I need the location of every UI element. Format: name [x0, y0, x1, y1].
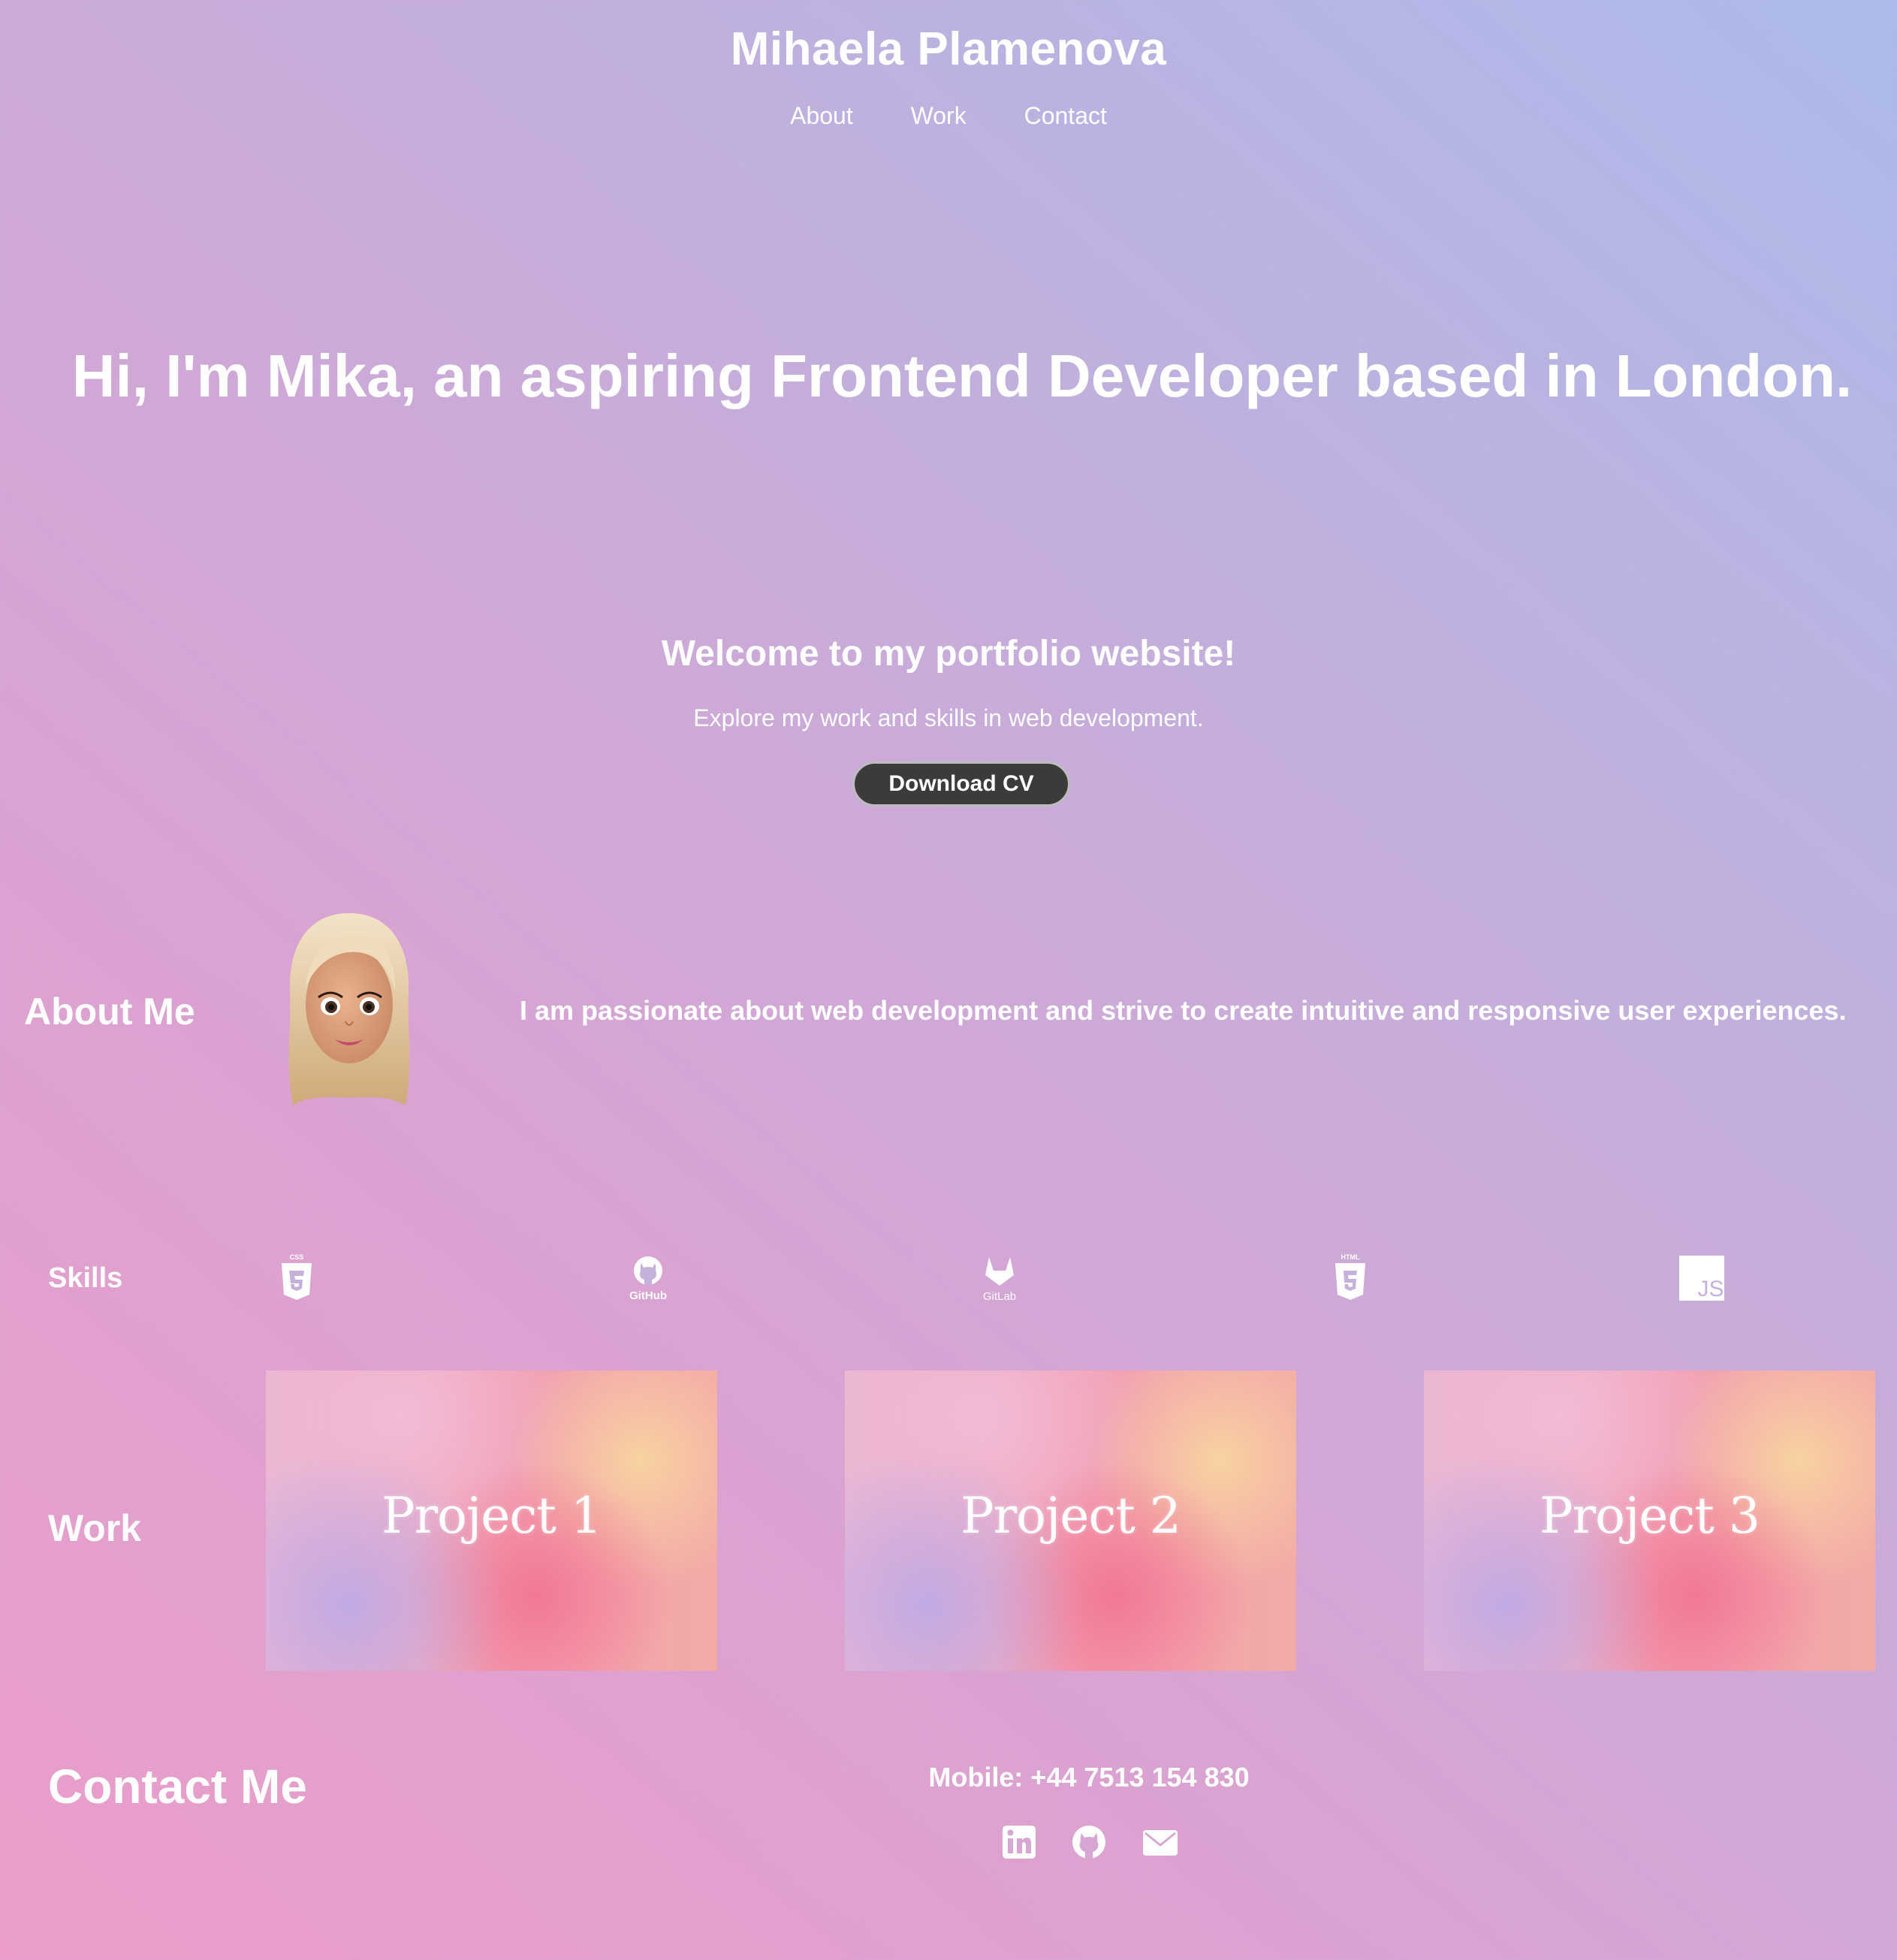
download-cv-button[interactable]: Download CV — [852, 761, 1070, 807]
github-icon: GitHub — [629, 1256, 667, 1302]
html5-caption: HTML — [1341, 1253, 1360, 1261]
project-title: Project 1 — [382, 1487, 602, 1545]
project-card-3[interactable]: Project 3 — [1424, 1370, 1875, 1671]
hero-heading: Hi, I'm Mika, an aspiring Frontend Devel… — [71, 342, 1853, 409]
work-heading: Work — [48, 1507, 142, 1549]
memoji-avatar — [288, 913, 410, 1105]
nav-link-about[interactable]: About — [790, 102, 853, 129]
nav-link-contact[interactable]: Contact — [1024, 102, 1107, 129]
css3-icon: CSS — [282, 1253, 312, 1300]
github-caption: GitHub — [629, 1289, 667, 1302]
about-description: I am passionate about web development an… — [520, 995, 1847, 1026]
skills-heading: Skills — [48, 1262, 123, 1294]
javascript-icon: JS — [1679, 1256, 1724, 1301]
main-nav: About Work Contact — [0, 102, 1897, 130]
contact-heading: Contact Me — [48, 1759, 307, 1814]
css3-caption: CSS — [290, 1253, 304, 1261]
project-title: Project 2 — [961, 1487, 1181, 1545]
nav-link-work[interactable]: Work — [911, 102, 967, 129]
hero-subtitle: Explore my work and skills in web develo… — [693, 704, 1204, 731]
mobile-number: Mobile: +44 7513 154 830 — [928, 1762, 1250, 1793]
email-icon[interactable] — [1142, 1823, 1179, 1861]
github-icon[interactable] — [1070, 1823, 1108, 1861]
javascript-caption: JS — [1697, 1277, 1724, 1301]
gitlab-caption: GitLab — [983, 1290, 1016, 1303]
html5-icon: HTML — [1335, 1253, 1365, 1300]
welcome-heading: Welcome to my portfolio website! — [661, 634, 1236, 674]
site-title: Mihaela Plamenova — [730, 23, 1167, 75]
about-heading: About Me — [24, 991, 195, 1033]
project-title: Project 3 — [1540, 1487, 1760, 1545]
project-card-1[interactable]: Project 1 — [266, 1370, 717, 1671]
project-card-2[interactable]: Project 2 — [845, 1370, 1296, 1671]
gitlab-icon: GitLab — [983, 1257, 1016, 1303]
linkedin-icon[interactable] — [1000, 1823, 1038, 1861]
